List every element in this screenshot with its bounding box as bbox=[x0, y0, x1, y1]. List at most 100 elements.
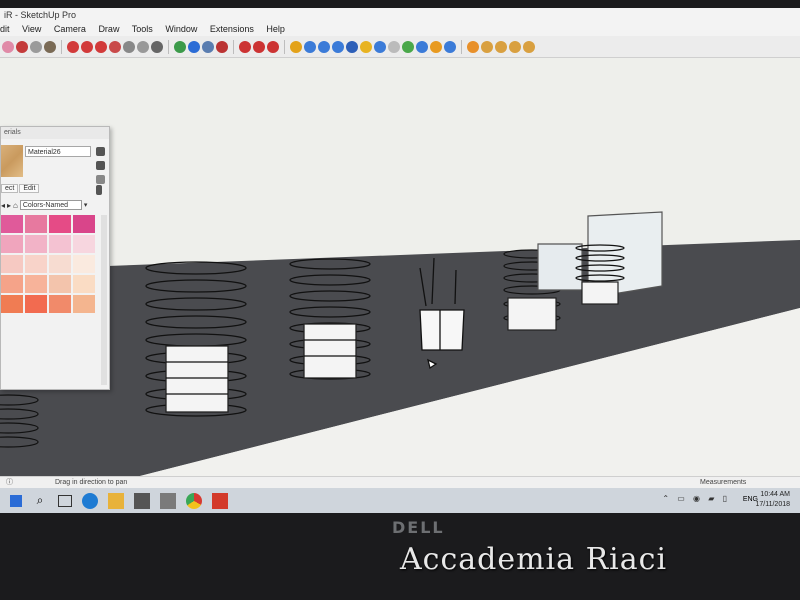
tape-icon[interactable] bbox=[123, 40, 135, 53]
clock-time: 10:44 AM bbox=[760, 491, 790, 498]
offset-icon[interactable] bbox=[109, 40, 121, 53]
extension-icon[interactable] bbox=[388, 40, 400, 53]
extension-icon[interactable] bbox=[402, 40, 414, 53]
model-viewport[interactable] bbox=[0, 58, 800, 476]
toolbar-separator bbox=[168, 39, 169, 54]
search-icon[interactable]: ⌕ bbox=[32, 493, 48, 509]
menu-draw[interactable]: Draw bbox=[98, 24, 119, 34]
extension-icon[interactable] bbox=[304, 40, 316, 53]
tab-edit[interactable]: Edit bbox=[19, 184, 40, 193]
color-swatch[interactable] bbox=[73, 295, 95, 313]
clock-date: 17/11/2018 bbox=[755, 501, 790, 508]
extension-icon[interactable] bbox=[430, 40, 442, 53]
mail-icon[interactable] bbox=[160, 492, 176, 509]
library-row: ◂ ▸ ⌂ Colors-Named ▾ bbox=[1, 199, 107, 211]
eyedropper-icon[interactable] bbox=[96, 185, 102, 195]
color-swatch[interactable] bbox=[25, 215, 47, 233]
extension-icon[interactable] bbox=[290, 40, 302, 53]
color-swatch[interactable] bbox=[1, 215, 23, 233]
text-icon[interactable] bbox=[137, 40, 149, 53]
color-swatch[interactable] bbox=[25, 255, 47, 273]
render-icon[interactable] bbox=[495, 40, 507, 53]
rotate-icon[interactable] bbox=[81, 40, 93, 53]
color-swatch[interactable] bbox=[1, 235, 23, 253]
clock[interactable]: 10:44 AM 17/11/2018 bbox=[755, 490, 790, 510]
material-preview[interactable] bbox=[1, 145, 23, 177]
chrome-icon[interactable] bbox=[186, 492, 202, 509]
toolbar-separator bbox=[61, 39, 62, 54]
menu-camera[interactable]: Camera bbox=[54, 24, 86, 34]
extension-icon[interactable] bbox=[360, 40, 372, 53]
taskbar: ⌕ ⌃ ▭ ◉ ▰ ▯ ENG 10:44 AM 17/11/2018 bbox=[0, 488, 800, 513]
color-swatch[interactable] bbox=[25, 235, 47, 253]
warehouse-icon[interactable] bbox=[239, 40, 251, 53]
palette-scrollbar[interactable] bbox=[101, 215, 107, 385]
extension-icon[interactable] bbox=[416, 40, 428, 53]
sketchup-icon[interactable] bbox=[212, 492, 228, 509]
render-icon[interactable] bbox=[509, 40, 521, 53]
store-icon[interactable] bbox=[134, 492, 150, 509]
windows-start-icon[interactable] bbox=[10, 494, 22, 507]
extension-icon[interactable] bbox=[318, 40, 330, 53]
materials-panel-header: erials bbox=[1, 127, 109, 139]
pan-icon[interactable] bbox=[188, 40, 200, 53]
color-swatch[interactable] bbox=[73, 215, 95, 233]
default-material-icon[interactable] bbox=[96, 175, 105, 184]
shape-icon[interactable] bbox=[30, 40, 42, 53]
home-icon[interactable]: ⌂ bbox=[13, 201, 18, 210]
move-icon[interactable] bbox=[67, 40, 79, 53]
tab-select[interactable]: ect bbox=[1, 184, 19, 193]
color-swatch[interactable] bbox=[49, 275, 71, 293]
color-swatch[interactable] bbox=[49, 295, 71, 313]
forward-icon[interactable]: ▸ bbox=[7, 201, 11, 210]
task-view-icon[interactable] bbox=[58, 494, 72, 507]
orbit-icon[interactable] bbox=[174, 40, 186, 53]
sample-paint-icon[interactable] bbox=[96, 161, 105, 170]
menu-help[interactable]: Help bbox=[266, 24, 285, 34]
color-swatch[interactable] bbox=[49, 255, 71, 273]
eraser-icon[interactable] bbox=[2, 40, 14, 53]
color-swatch[interactable] bbox=[73, 235, 95, 253]
color-swatch[interactable] bbox=[49, 215, 71, 233]
chevron-down-icon[interactable]: ▾ bbox=[84, 201, 88, 209]
extension-icon[interactable] bbox=[444, 40, 456, 53]
menu-view[interactable]: View bbox=[22, 24, 41, 34]
color-swatch[interactable] bbox=[25, 275, 47, 293]
zoom-icon[interactable] bbox=[202, 40, 214, 53]
color-swatch[interactable] bbox=[1, 275, 23, 293]
zoom-extents-icon[interactable] bbox=[216, 40, 228, 53]
color-swatch[interactable] bbox=[49, 235, 71, 253]
menu-tools[interactable]: Tools bbox=[132, 24, 153, 34]
menu-extensions[interactable]: Extensions bbox=[210, 24, 254, 34]
color-swatch[interactable] bbox=[1, 255, 23, 273]
color-swatch[interactable] bbox=[1, 295, 23, 313]
extension-icon[interactable] bbox=[332, 40, 344, 53]
components-icon[interactable] bbox=[267, 40, 279, 53]
material-name-field[interactable]: Material26 bbox=[25, 146, 91, 157]
file-explorer-icon[interactable] bbox=[108, 492, 124, 509]
back-icon[interactable]: ◂ bbox=[1, 201, 5, 210]
library-select[interactable]: Colors-Named bbox=[19, 200, 82, 210]
pencil-icon[interactable] bbox=[16, 40, 28, 53]
share-model-icon[interactable] bbox=[253, 40, 265, 53]
render-icon[interactable] bbox=[481, 40, 493, 53]
extension-icon[interactable] bbox=[374, 40, 386, 53]
dell-logo: DELL bbox=[392, 518, 445, 537]
paint-bucket-icon[interactable] bbox=[151, 40, 163, 53]
menu-window[interactable]: Window bbox=[165, 24, 197, 34]
color-swatch[interactable] bbox=[73, 275, 95, 293]
color-swatch[interactable] bbox=[25, 295, 47, 313]
edge-icon[interactable] bbox=[82, 492, 98, 509]
render-icon[interactable] bbox=[467, 40, 479, 53]
pushpull-icon[interactable] bbox=[44, 40, 56, 53]
model-scene bbox=[0, 211, 800, 476]
render-icon[interactable] bbox=[523, 40, 535, 53]
menu-edit[interactable]: dit bbox=[0, 24, 10, 34]
screen: iR - SketchUp Pro dit View Camera Draw T… bbox=[0, 8, 800, 513]
color-swatch[interactable] bbox=[73, 255, 95, 273]
extension-icon[interactable] bbox=[346, 40, 358, 53]
scale-icon[interactable] bbox=[95, 40, 107, 53]
watermark: Accademia Riaci bbox=[400, 542, 668, 577]
system-tray-icons[interactable]: ⌃ ▭ ◉ ▰ ▯ bbox=[662, 494, 730, 503]
create-material-icon[interactable] bbox=[96, 147, 105, 156]
